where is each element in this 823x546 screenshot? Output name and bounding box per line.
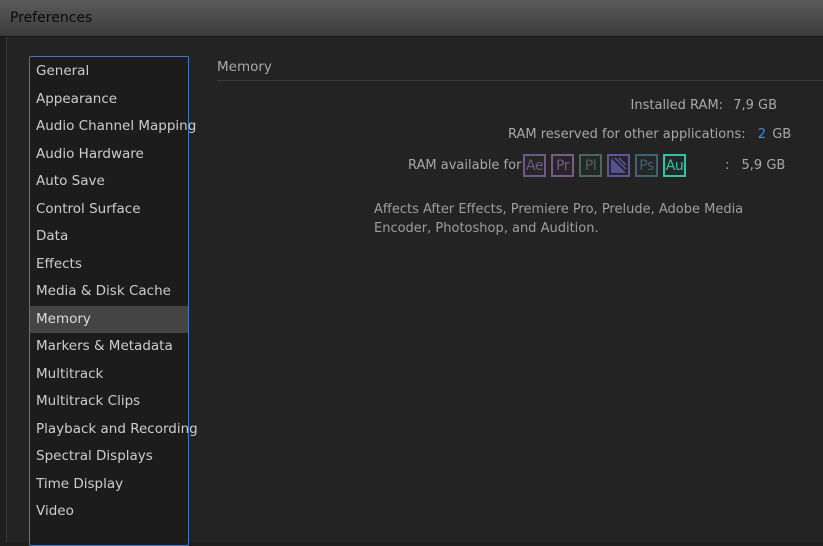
section-divider bbox=[217, 80, 823, 81]
installed-ram-row: Installed RAM: 7,9 GB bbox=[631, 98, 777, 113]
sidebar-item-audio-hardware[interactable]: Audio Hardware bbox=[30, 141, 188, 169]
sidebar-item-markers-metadata[interactable]: Markers & Metadata bbox=[30, 333, 188, 361]
title-bar: Preferences bbox=[0, 0, 823, 37]
window-title: Preferences bbox=[10, 10, 93, 26]
reserved-ram-label: RAM reserved for other applications: bbox=[508, 127, 746, 142]
sidebar-item-spectral-displays[interactable]: Spectral Displays bbox=[30, 443, 188, 471]
sidebar-item-appearance[interactable]: Appearance bbox=[30, 86, 188, 114]
sidebar-item-control-surface[interactable]: Control Surface bbox=[30, 196, 188, 224]
reserved-ram-unit: GB bbox=[772, 127, 792, 142]
sidebar-item-data[interactable]: Data bbox=[30, 223, 188, 251]
sidebar-item-memory[interactable]: Memory bbox=[30, 305, 188, 333]
preferences-category-list[interactable]: General Appearance Audio Channel Mapping Au… bbox=[29, 56, 198, 546]
available-ram-value: 5,9 GB bbox=[741, 158, 786, 173]
photoshop-icon: Ps bbox=[635, 154, 658, 177]
available-ram-label-row: RAM available for bbox=[408, 158, 521, 173]
sidebar-item-effects[interactable]: Effects bbox=[30, 251, 188, 279]
premiere-pro-icon: Pr bbox=[551, 154, 574, 177]
sidebar-item-auto-save[interactable]: Auto Save bbox=[30, 168, 188, 196]
sidebar-item-audio-channel-mapping[interactable]: Audio Channel Mapping bbox=[30, 113, 196, 141]
media-encoder-icon bbox=[607, 154, 630, 177]
sidebar-item-multitrack[interactable]: Multitrack bbox=[30, 361, 188, 389]
app-icon-row: Ae Pr Pl Ps Au bbox=[523, 154, 686, 177]
installed-ram-value: 7,9 GB bbox=[733, 98, 777, 113]
sidebar-item-general[interactable]: General bbox=[30, 58, 188, 86]
sidebar-item-playback-and-recording[interactable]: Playback and Recording bbox=[30, 416, 198, 444]
sidebar-item-video[interactable]: Video bbox=[30, 498, 188, 526]
sidebar-item-multitrack-clips[interactable]: Multitrack Clips bbox=[30, 388, 188, 416]
sidebar-item-media-disk-cache[interactable]: Media & Disk Cache bbox=[30, 278, 188, 306]
available-ram-value-row: : 5,9 GB bbox=[725, 158, 785, 173]
sidebar-item-time-display[interactable]: Time Display bbox=[30, 471, 188, 499]
memory-description: Affects After Effects, Premiere Pro, Pre… bbox=[374, 202, 744, 236]
available-ram-separator: : bbox=[725, 158, 730, 173]
prelude-icon: Pl bbox=[579, 154, 602, 177]
audition-icon: Au bbox=[663, 154, 686, 177]
reserved-ram-row: RAM reserved for other applications: 2 G… bbox=[508, 127, 791, 142]
installed-ram-label: Installed RAM: bbox=[630, 98, 724, 113]
reserved-ram-value[interactable]: 2 bbox=[758, 127, 766, 142]
available-ram-label: RAM available for bbox=[408, 158, 522, 173]
section-title: Memory bbox=[217, 59, 272, 75]
after-effects-icon: Ae bbox=[523, 154, 546, 177]
